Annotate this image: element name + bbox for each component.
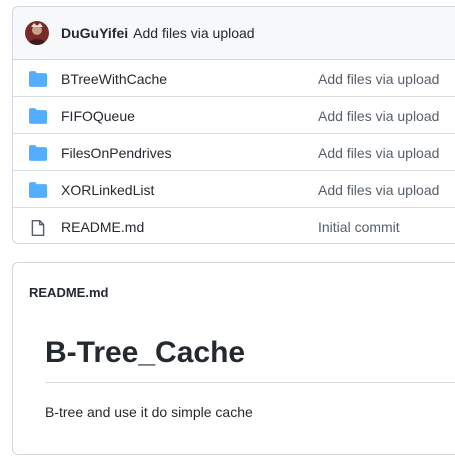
file-row[interactable]: README.md Initial commit bbox=[13, 208, 455, 243]
readme-header[interactable]: README.md bbox=[29, 285, 108, 300]
readme-body-text: B-tree and use it do simple cache bbox=[45, 404, 253, 420]
file-name-link[interactable]: XORLinkedList bbox=[61, 182, 154, 198]
folder-icon bbox=[29, 182, 47, 198]
file-icon bbox=[29, 219, 47, 237]
readme-panel: README.md B-Tree_Cache B-tree and use it… bbox=[12, 262, 455, 455]
folder-icon bbox=[29, 108, 47, 124]
file-commit-link[interactable]: Add files via upload bbox=[318, 145, 439, 161]
folder-icon bbox=[29, 71, 47, 87]
file-browser: DuGuYifei Add files via upload BTreeWith… bbox=[12, 6, 455, 244]
latest-commit-header: DuGuYifei Add files via upload bbox=[13, 7, 455, 60]
file-commit-link[interactable]: Add files via upload bbox=[318, 108, 439, 124]
commit-author-link[interactable]: DuGuYifei bbox=[61, 25, 128, 41]
commit-message-link[interactable]: Add files via upload bbox=[133, 25, 254, 41]
file-commit-link[interactable]: Add files via upload bbox=[318, 71, 439, 87]
readme-divider bbox=[45, 382, 455, 383]
file-row[interactable]: BTreeWithCache Add files via upload bbox=[13, 60, 455, 97]
file-name-link[interactable]: FIFOQueue bbox=[61, 108, 135, 124]
file-name-link[interactable]: README.md bbox=[61, 219, 144, 235]
file-row[interactable]: FIFOQueue Add files via upload bbox=[13, 97, 455, 134]
file-name-link[interactable]: BTreeWithCache bbox=[61, 71, 167, 87]
readme-title: B-Tree_Cache bbox=[45, 336, 246, 369]
file-row[interactable]: XORLinkedList Add files via upload bbox=[13, 171, 455, 208]
avatar[interactable] bbox=[25, 21, 49, 45]
folder-icon bbox=[29, 145, 47, 161]
file-commit-link[interactable]: Add files via upload bbox=[318, 182, 439, 198]
file-commit-link[interactable]: Initial commit bbox=[318, 219, 400, 235]
file-name-link[interactable]: FilesOnPendrives bbox=[61, 145, 172, 161]
file-row[interactable]: FilesOnPendrives Add files via upload bbox=[13, 134, 455, 171]
